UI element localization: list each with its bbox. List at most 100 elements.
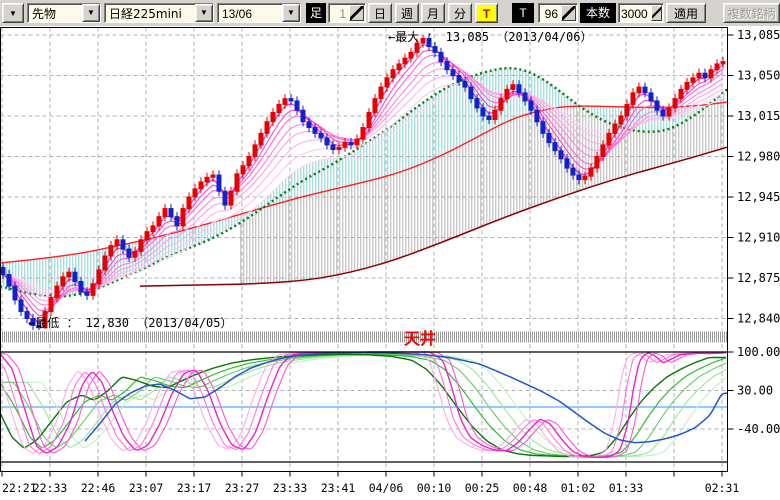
candle-down [331, 145, 335, 150]
candle-up [589, 168, 593, 176]
symbol-value: 日経225mini [105, 4, 195, 22]
category-dropdown-button[interactable]: ▼ [82, 4, 100, 22]
candle-up [409, 52, 413, 58]
contract-month-combobox[interactable]: 13/06 ▼ [217, 3, 301, 23]
candle-up [607, 133, 611, 145]
candle-down [559, 151, 563, 159]
tick-count-value: 96 [539, 4, 560, 22]
candle-down [553, 143, 557, 151]
candle-down [451, 70, 455, 76]
contract-value: 13/06 [218, 4, 282, 22]
time-axis-label: 22:33 [33, 481, 68, 495]
candle-up [637, 87, 641, 93]
price-axis-label: 13,015 [737, 109, 780, 123]
price-axis-label: 12,980 [737, 149, 780, 163]
spinner-icon[interactable] [561, 5, 576, 21]
candle-up [283, 99, 287, 105]
time-axis-label: 01:33 [609, 481, 644, 495]
symbol-combobox[interactable]: 日経225mini ▼ [104, 3, 214, 23]
candle-down [295, 101, 299, 110]
contract-dropdown-button[interactable]: ▼ [282, 4, 300, 22]
candle-up [253, 145, 257, 157]
multi-symbol-button[interactable]: 複数銘柄 [723, 3, 780, 23]
candle-down [517, 85, 521, 93]
candle-up [601, 145, 605, 157]
candle-up [271, 113, 275, 122]
spinner-icon[interactable] [651, 5, 662, 21]
candle-down [307, 122, 311, 128]
candle-down [289, 99, 293, 101]
time-axis-label: 22:46 [81, 481, 116, 495]
candle-up [511, 85, 515, 90]
time-axis-label: 00:25 [465, 481, 500, 495]
candle-up [391, 70, 395, 78]
candle-down [175, 217, 179, 226]
candle-up [613, 124, 617, 133]
candle-down [127, 249, 131, 257]
candle-down [169, 209, 173, 217]
time-axis-label: 23:17 [177, 481, 212, 495]
tick-count-stepper[interactable]: 96 [538, 3, 578, 23]
candle-down [529, 101, 533, 110]
candle-down [1, 268, 5, 275]
candle-down [481, 108, 485, 116]
candle-up [55, 286, 59, 298]
candle-up [691, 78, 695, 83]
period-minute-button[interactable]: 分 [448, 3, 472, 23]
candle-down [463, 81, 467, 87]
chart-canvas[interactable]: 13,08513,05013,01512,98012,94512,91012,8… [0, 26, 780, 500]
candle-up [631, 93, 635, 105]
candle-down [649, 93, 653, 101]
symbol-dropdown-button[interactable]: ▼ [195, 4, 213, 22]
candle-up [583, 176, 587, 179]
ceiling-annotation: 天井 [404, 329, 436, 348]
price-axis-label: 12,945 [737, 190, 780, 204]
candle-down [85, 292, 89, 295]
candle-up [187, 197, 191, 209]
bar-count-stepper[interactable]: 3000 [618, 3, 664, 23]
spinner-icon[interactable] [349, 5, 364, 21]
candle-down [325, 138, 329, 145]
candle-down [661, 110, 665, 116]
candle-down [319, 133, 323, 138]
candle-up [667, 108, 671, 116]
candle-down [121, 240, 125, 249]
candle-up [193, 189, 197, 197]
candle-up [367, 113, 371, 128]
candle-up [163, 209, 167, 217]
candle-down [487, 116, 491, 119]
candle-up [709, 70, 713, 78]
candle-down [577, 175, 581, 180]
candle-up [379, 87, 383, 99]
candle-up [115, 240, 119, 246]
candle-up [595, 156, 599, 168]
candle-up [403, 58, 407, 64]
category-combobox[interactable]: 先物 ▼ [27, 3, 101, 23]
candle-down [541, 122, 545, 134]
candle-down [535, 110, 539, 122]
candle-up [697, 73, 701, 78]
candle-up [259, 133, 263, 145]
chart-application-window: { "toolbar": { "collapse_arrow": "▼", "c… [0, 0, 780, 500]
candle-down [565, 159, 569, 168]
candle-up [181, 209, 185, 226]
time-axis-label: 00:48 [513, 481, 548, 495]
osc-axis-label: 30.00 [737, 384, 773, 398]
tick-mode-button[interactable]: T [475, 3, 498, 23]
time-axis-label: 23:27 [225, 481, 260, 495]
chevron-down-icon: ▼ [87, 9, 95, 17]
period-day-button[interactable]: 日 [368, 3, 392, 23]
price-axis-label: 13,085 [737, 28, 780, 42]
candle-up [397, 64, 401, 70]
candle-up [355, 139, 359, 145]
price-axis-label: 12,840 [737, 311, 780, 325]
period-week-button[interactable]: 週 [395, 3, 419, 23]
candle-up [343, 143, 347, 148]
apply-button[interactable]: 適用 [666, 3, 706, 23]
interval-stepper[interactable]: 1 [328, 3, 366, 23]
candle-up [205, 177, 209, 182]
candle-up [685, 82, 689, 89]
period-month-button[interactable]: 月 [421, 3, 445, 23]
time-axis-label: 23:41 [321, 481, 356, 495]
collapse-dropdown-button[interactable]: ▼ [2, 3, 24, 23]
